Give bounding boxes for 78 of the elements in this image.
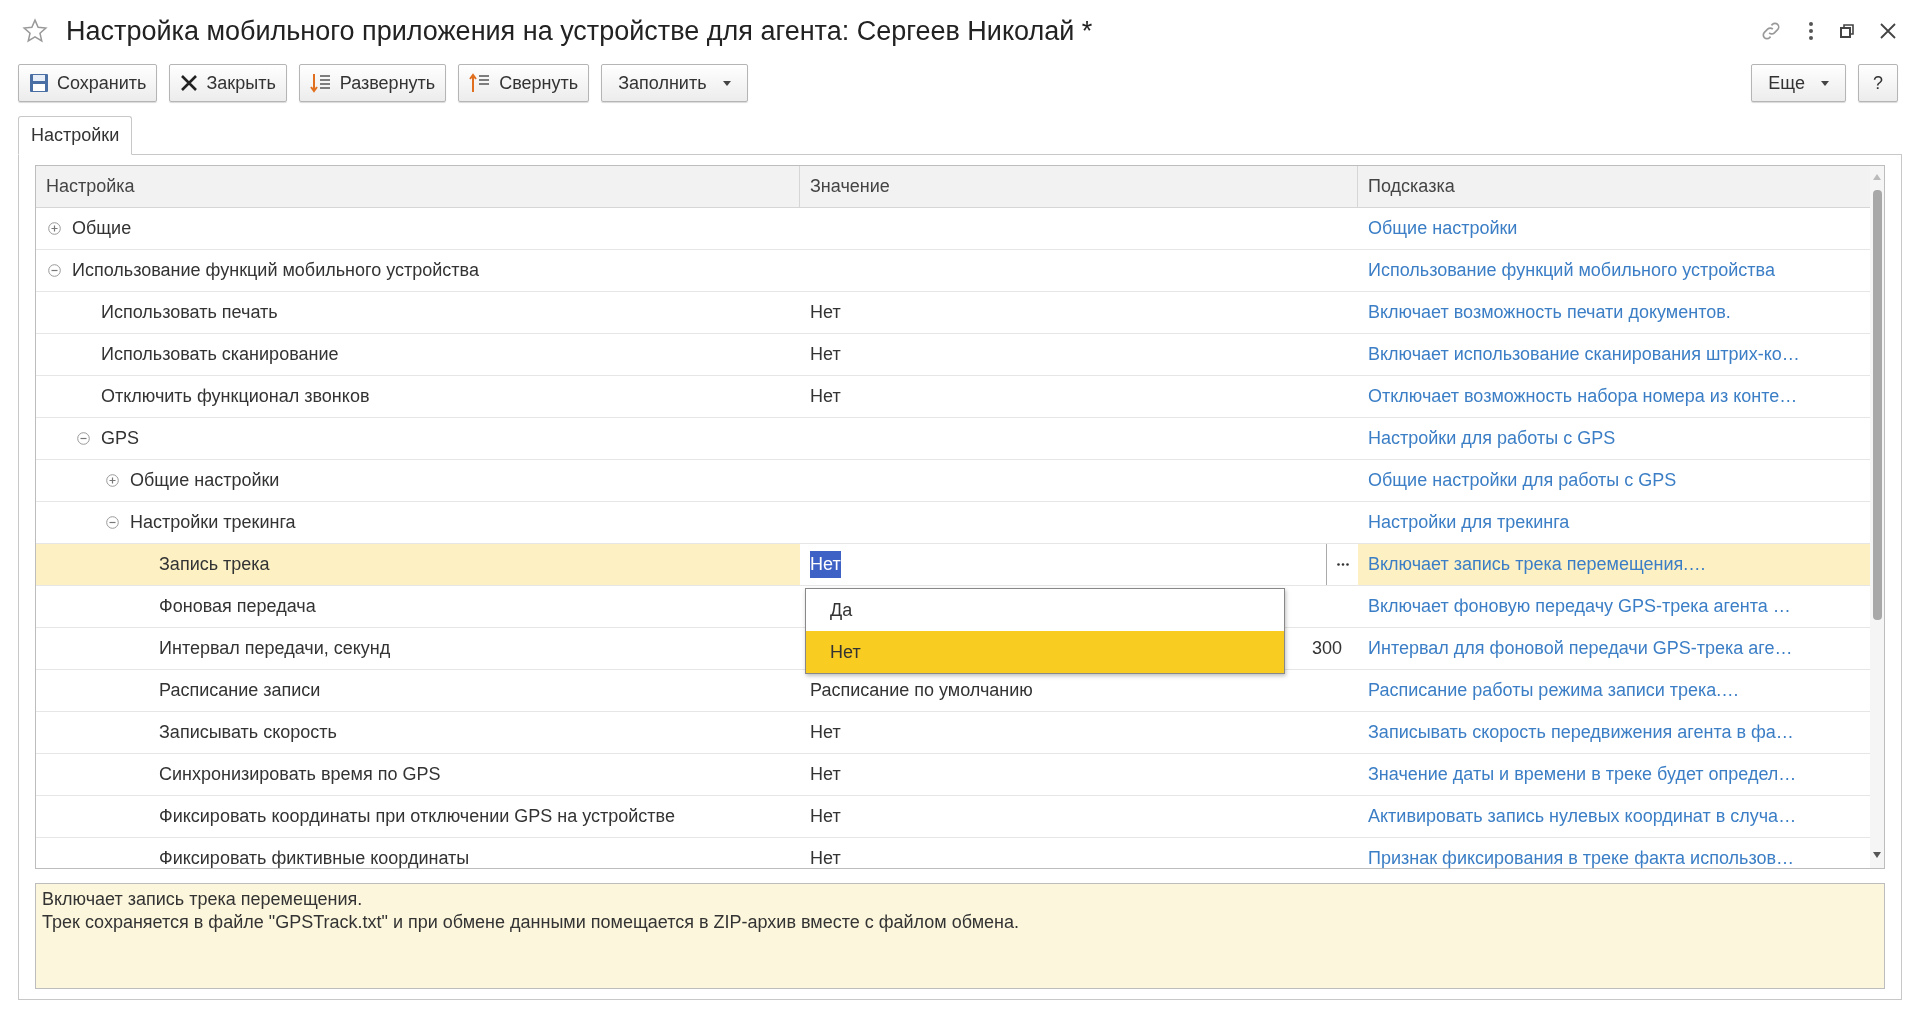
setting-name: Отключить функционал звонков — [101, 385, 370, 408]
setting-name: Фоновая передача — [159, 595, 316, 618]
collapse-icon — [469, 72, 492, 94]
column-header[interactable]: Подсказка — [1368, 173, 1455, 200]
hint-link[interactable]: Активировать запись нулевых координат в случа… — [1368, 803, 1797, 830]
toolbar-button[interactable]: ? — [1858, 64, 1898, 102]
collapse-node-icon[interactable] — [106, 516, 119, 529]
toolbar-button[interactable]: Закрыть — [169, 64, 287, 102]
star-icon[interactable] — [22, 18, 48, 44]
setting-name: Использование функций мобильного устройства — [72, 259, 479, 282]
hint-link[interactable]: Настройки для работы с GPS — [1368, 425, 1616, 452]
setting-value: Нет — [810, 301, 841, 324]
setting-name: GPS — [101, 427, 139, 450]
hint-link[interactable]: Отключает возможность набора номера из конте… — [1368, 383, 1798, 410]
toolbar-button[interactable]: Сохранить — [18, 64, 158, 102]
setting-name: Интервал передачи, секунд — [159, 637, 391, 660]
collapse-node-icon[interactable] — [48, 264, 61, 277]
caret-icon — [722, 80, 731, 86]
hint-link[interactable]: Интервал для фоновой передачи GPS-трека аге… — [1368, 635, 1793, 662]
toolbar-button[interactable]: Заполнить — [601, 64, 748, 102]
hint-link[interactable]: Использование функций мобильного устройства — [1368, 257, 1775, 284]
setting-name: Настройки трекинга — [130, 511, 296, 534]
window-title: Настройка мобильного приложения на устройстве для агента: Сергеев Николай * — [66, 14, 1093, 48]
setting-name: Запись трека — [159, 553, 270, 576]
setting-name: Фиксировать фиктивные координаты — [159, 847, 470, 868]
table-row[interactable]: Запись трека Нет Включает запись трека перемещения.… — [36, 544, 1870, 586]
hint-link[interactable]: Общие настройки для работы с GPS — [1368, 467, 1677, 494]
setting-name: Фиксировать координаты при отключении GPS на устройстве — [159, 805, 675, 828]
hint-link[interactable]: Записывать скорость передвижения агента в фа… — [1368, 719, 1794, 746]
restore-icon[interactable] — [1840, 24, 1854, 38]
setting-value: Расписание по умолчанию — [810, 679, 1033, 702]
setting-value: 300 — [1311, 637, 1342, 660]
hint-link[interactable]: Включает фоновую передачу GPS-трека агента … — [1368, 593, 1791, 620]
toolbar-button[interactable]: Еще — [1751, 64, 1846, 102]
close-icon[interactable] — [1880, 23, 1896, 39]
description-text: Трек сохраняется в файле "GPSTrack.txt" и при обмене данными помещается в ZIP-архив вместе с файлом обмена. — [42, 911, 1020, 934]
setting-value: Нет — [810, 721, 841, 744]
hint-link[interactable]: Включает запись трека перемещения.… — [1368, 551, 1707, 578]
tab[interactable]: Настройки — [18, 116, 133, 155]
caret-icon — [1821, 80, 1829, 86]
scrollbar[interactable] — [1870, 166, 1884, 868]
hint-link[interactable]: Общие настройки — [1368, 215, 1518, 242]
expand-node-icon[interactable] — [106, 474, 119, 487]
dropdown-option[interactable]: Нет — [806, 631, 1284, 673]
setting-value: Нет — [810, 343, 841, 366]
dropdown-option[interactable]: Да — [806, 589, 1284, 631]
setting-name: Использовать сканирование — [101, 343, 339, 366]
setting-name: Общие настройки — [130, 469, 280, 492]
link-icon[interactable] — [1760, 20, 1782, 42]
setting-value: Нет — [810, 763, 841, 786]
scroll-thumb[interactable] — [1872, 190, 1882, 620]
collapse-node-icon[interactable] — [77, 432, 90, 445]
setting-value: Нет — [810, 847, 841, 868]
hint-link[interactable]: Настройки для трекинга — [1368, 509, 1570, 536]
hint-link[interactable]: Значение даты и времени в треке будет определ… — [1368, 761, 1797, 788]
more-icon[interactable] — [1808, 22, 1814, 40]
setting-name: Общие — [72, 217, 132, 240]
scroll-down-icon[interactable] — [1873, 852, 1881, 858]
value-input[interactable]: Нет — [810, 551, 841, 578]
expand-icon — [309, 72, 332, 94]
close-icon — [180, 74, 199, 92]
setting-name: Использовать печать — [101, 301, 278, 324]
expand-node-icon[interactable] — [48, 222, 61, 235]
hint-link[interactable]: Включает использование сканирования штрих-ко… — [1368, 341, 1800, 368]
setting-name: Расписание записи — [159, 679, 321, 702]
toolbar-button[interactable]: Свернуть — [458, 64, 590, 102]
toolbar-button[interactable]: Развернуть — [298, 64, 447, 102]
hint-link[interactable]: Признак фиксирования в треке факта использов… — [1368, 845, 1794, 868]
description-text: Включает запись трека перемещения. — [42, 888, 364, 911]
setting-value: Нет — [810, 385, 841, 408]
column-header[interactable]: Значение — [810, 173, 890, 200]
more-button-icon[interactable] — [1336, 563, 1349, 566]
hint-link[interactable]: Расписание работы режима записи трека.… — [1368, 677, 1740, 704]
setting-name: Записывать скорость — [159, 721, 337, 744]
setting-name: Синхронизировать время по GPS — [159, 763, 441, 786]
column-header[interactable]: Настройка — [46, 173, 135, 200]
setting-value: Нет — [810, 805, 841, 828]
hint-link[interactable]: Включает возможность печати документов. — [1368, 299, 1731, 326]
